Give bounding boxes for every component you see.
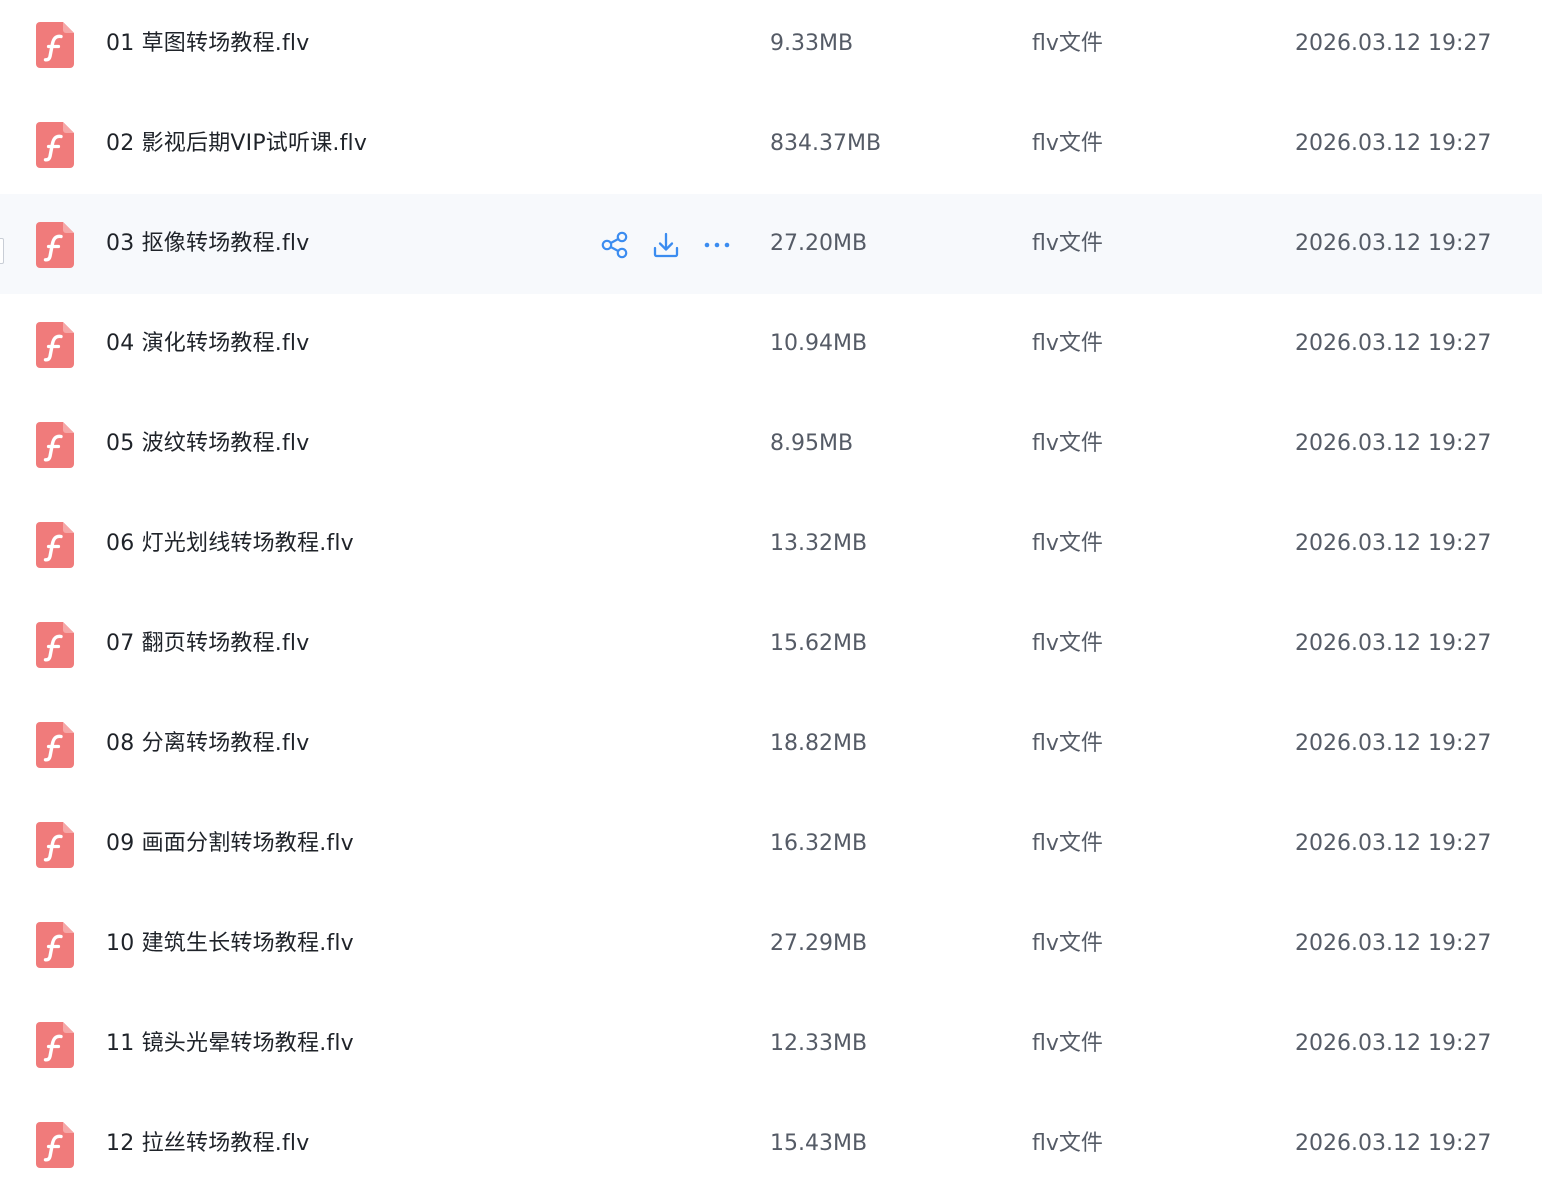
flash-file-icon	[36, 622, 74, 668]
row-actions	[598, 228, 751, 262]
share-button[interactable]	[598, 228, 632, 262]
file-size: 12.33MB	[770, 1031, 868, 1056]
file-size: 9.33MB	[770, 31, 854, 56]
more-button[interactable]	[700, 228, 734, 262]
file-type: flv文件	[1032, 931, 1103, 956]
file-type: flv文件	[1032, 31, 1103, 56]
file-date: 2026.03.12 19:27	[1295, 931, 1492, 956]
file-type: flv文件	[1032, 1131, 1103, 1156]
share-icon	[601, 231, 628, 259]
file-type: flv文件	[1032, 331, 1103, 356]
file-name[interactable]: 12 拉丝转场教程.flv	[106, 1100, 309, 1182]
file-row[interactable]: 02 影视后期VIP试听课.flv 834.37MB flv文件 2026.03…	[0, 100, 1542, 200]
file-date: 2026.03.12 19:27	[1295, 31, 1492, 56]
file-size: 15.43MB	[770, 1131, 868, 1156]
file-date: 2026.03.12 19:27	[1295, 131, 1492, 156]
file-size: 15.62MB	[770, 631, 868, 656]
row-checkbox[interactable]	[0, 238, 4, 264]
flash-file-icon	[36, 422, 74, 468]
file-name[interactable]: 02 影视后期VIP试听课.flv	[106, 100, 367, 188]
flash-file-icon	[36, 1122, 74, 1168]
file-size: 16.32MB	[770, 831, 868, 856]
download-button[interactable]	[649, 228, 683, 262]
file-date: 2026.03.12 19:27	[1295, 631, 1492, 656]
file-name[interactable]: 10 建筑生长转场教程.flv	[106, 900, 354, 988]
file-row[interactable]: 10 建筑生长转场教程.flv 27.29MB flv文件 2026.03.12…	[0, 900, 1542, 1000]
file-name[interactable]: 03 抠像转场教程.flv	[106, 200, 309, 288]
file-type: flv文件	[1032, 231, 1103, 256]
file-size: 13.32MB	[770, 531, 868, 556]
file-row[interactable]: 01 草图转场教程.flv 9.33MB flv文件 2026.03.12 19…	[0, 0, 1542, 100]
file-size: 8.95MB	[770, 431, 854, 456]
flash-file-icon	[36, 522, 74, 568]
flash-file-icon	[36, 722, 74, 768]
file-row-hovered[interactable]: 03 抠像转场教程.flv 27.20MB flv文件 2026.03.12 1…	[0, 194, 1542, 294]
file-row[interactable]: 09 画面分割转场教程.flv 16.32MB flv文件 2026.03.12…	[0, 800, 1542, 900]
file-name[interactable]: 11 镜头光晕转场教程.flv	[106, 1000, 354, 1088]
file-date: 2026.03.12 19:27	[1295, 531, 1492, 556]
file-type: flv文件	[1032, 1031, 1103, 1056]
more-dots-icon	[704, 242, 730, 248]
flash-file-icon	[36, 1022, 74, 1068]
file-row[interactable]: 06 灯光划线转场教程.flv 13.32MB flv文件 2026.03.12…	[0, 500, 1542, 600]
file-type: flv文件	[1032, 731, 1103, 756]
file-name[interactable]: 06 灯光划线转场教程.flv	[106, 500, 354, 588]
file-size: 18.82MB	[770, 731, 868, 756]
file-row[interactable]: 12 拉丝转场教程.flv 15.43MB flv文件 2026.03.12 1…	[0, 1100, 1542, 1182]
file-name[interactable]: 09 画面分割转场教程.flv	[106, 800, 354, 888]
file-date: 2026.03.12 19:27	[1295, 831, 1492, 856]
file-name[interactable]: 05 波纹转场教程.flv	[106, 400, 309, 488]
file-date: 2026.03.12 19:27	[1295, 231, 1492, 256]
file-type: flv文件	[1032, 431, 1103, 456]
flash-file-icon	[36, 822, 74, 868]
file-date: 2026.03.12 19:27	[1295, 1131, 1492, 1156]
file-name[interactable]: 04 演化转场教程.flv	[106, 300, 309, 388]
flash-file-icon	[36, 222, 74, 268]
file-date: 2026.03.12 19:27	[1295, 331, 1492, 356]
flash-file-icon	[36, 122, 74, 168]
file-row[interactable]: 05 波纹转场教程.flv 8.95MB flv文件 2026.03.12 19…	[0, 400, 1542, 500]
file-row[interactable]: 11 镜头光晕转场教程.flv 12.33MB flv文件 2026.03.12…	[0, 1000, 1542, 1100]
file-type: flv文件	[1032, 531, 1103, 556]
file-name[interactable]: 01 草图转场教程.flv	[106, 0, 309, 88]
file-date: 2026.03.12 19:27	[1295, 431, 1492, 456]
file-row[interactable]: 04 演化转场教程.flv 10.94MB flv文件 2026.03.12 1…	[0, 300, 1542, 400]
file-date: 2026.03.12 19:27	[1295, 1031, 1492, 1056]
file-type: flv文件	[1032, 631, 1103, 656]
file-name[interactable]: 07 翻页转场教程.flv	[106, 600, 309, 688]
file-list: 01 草图转场教程.flv 9.33MB flv文件 2026.03.12 19…	[0, 0, 1542, 1182]
flash-file-icon	[36, 22, 74, 68]
flash-file-icon	[36, 922, 74, 968]
file-type: flv文件	[1032, 831, 1103, 856]
flash-file-icon	[36, 322, 74, 368]
file-size: 10.94MB	[770, 331, 868, 356]
file-name[interactable]: 08 分离转场教程.flv	[106, 700, 309, 788]
file-size: 834.37MB	[770, 131, 882, 156]
file-row[interactable]: 08 分离转场教程.flv 18.82MB flv文件 2026.03.12 1…	[0, 700, 1542, 800]
file-size: 27.29MB	[770, 931, 868, 956]
download-icon	[653, 232, 679, 258]
file-date: 2026.03.12 19:27	[1295, 731, 1492, 756]
file-type: flv文件	[1032, 131, 1103, 156]
file-row[interactable]: 07 翻页转场教程.flv 15.62MB flv文件 2026.03.12 1…	[0, 600, 1542, 700]
file-size: 27.20MB	[770, 231, 868, 256]
